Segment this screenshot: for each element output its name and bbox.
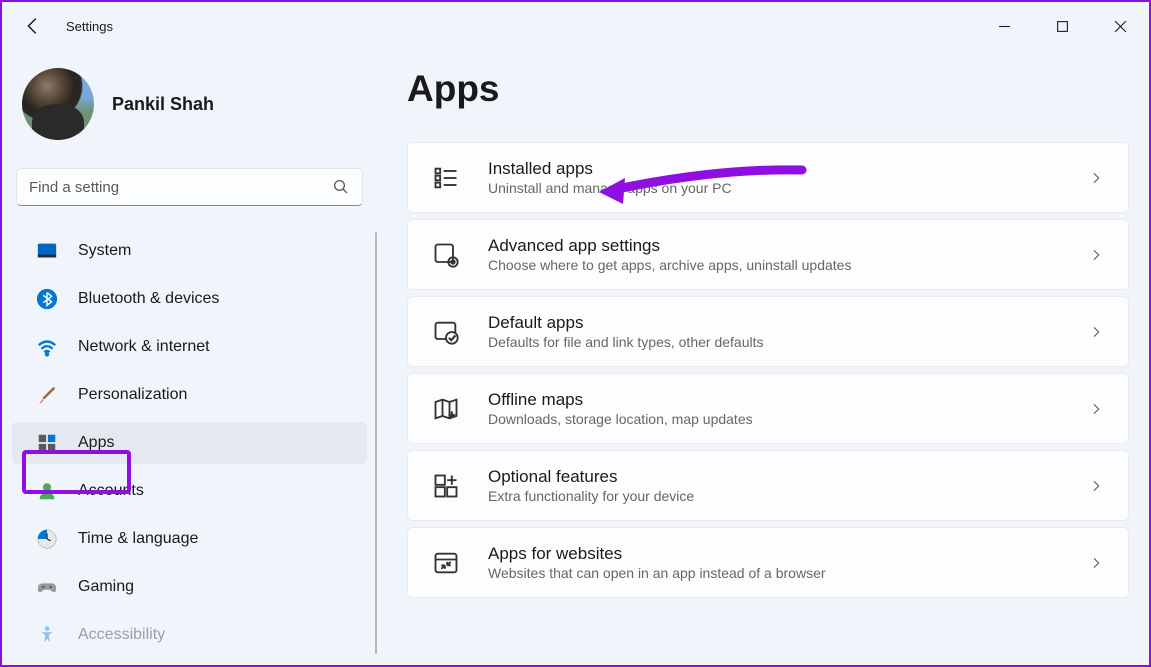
card-title: Offline maps <box>488 390 1060 410</box>
sidebar: Pankil Shah System Bluetooth & devices <box>2 50 377 665</box>
search-box[interactable] <box>16 168 363 206</box>
sidebar-item-label: Personalization <box>78 386 187 404</box>
card-title: Installed apps <box>488 159 1060 179</box>
profile-name: Pankil Shah <box>112 94 214 115</box>
sidebar-item-label: Accessibility <box>78 626 165 644</box>
nav-list: System Bluetooth & devices Network & int… <box>2 224 377 662</box>
window-controls <box>975 2 1149 50</box>
main-content: Apps Installed apps Uninstall and manage… <box>377 50 1149 665</box>
plus-grid-icon <box>432 472 460 500</box>
card-desc: Choose where to get apps, archive apps, … <box>488 257 1060 273</box>
system-icon <box>36 240 58 262</box>
card-advanced-app-settings[interactable]: Advanced app settings Choose where to ge… <box>407 219 1129 290</box>
card-desc: Extra functionality for your device <box>488 488 1060 504</box>
sidebar-item-label: Network & internet <box>78 338 210 356</box>
minimize-button[interactable] <box>975 2 1033 50</box>
gamepad-icon <box>36 576 58 598</box>
close-button[interactable] <box>1091 2 1149 50</box>
apps-icon <box>36 432 58 454</box>
sidebar-item-label: Gaming <box>78 578 134 596</box>
chevron-right-icon <box>1088 478 1104 494</box>
card-title: Default apps <box>488 313 1060 333</box>
card-title: Optional features <box>488 467 1060 487</box>
chevron-right-icon <box>1088 247 1104 263</box>
chevron-right-icon <box>1088 555 1104 571</box>
sidebar-item-accounts[interactable]: Accounts <box>12 470 367 512</box>
list-icon <box>432 164 460 192</box>
page-title: Apps <box>407 68 1129 110</box>
card-installed-apps[interactable]: Installed apps Uninstall and manage apps… <box>407 142 1129 213</box>
sidebar-item-apps[interactable]: Apps <box>12 422 367 464</box>
bluetooth-icon <box>36 288 58 310</box>
sidebar-item-label: Apps <box>78 434 114 452</box>
profile-section[interactable]: Pankil Shah <box>2 68 377 168</box>
card-desc: Defaults for file and link types, other … <box>488 334 1060 350</box>
chevron-right-icon <box>1088 170 1104 186</box>
card-desc: Uninstall and manage apps on your PC <box>488 180 1060 196</box>
card-desc: Downloads, storage location, map updates <box>488 411 1060 427</box>
card-default-apps[interactable]: Default apps Defaults for file and link … <box>407 296 1129 367</box>
website-icon <box>432 549 460 577</box>
sidebar-item-label: Accounts <box>78 482 144 500</box>
sidebar-item-personalization[interactable]: Personalization <box>12 374 367 416</box>
card-offline-maps[interactable]: Offline maps Downloads, storage location… <box>407 373 1129 444</box>
sidebar-item-accessibility[interactable]: Accessibility <box>12 614 367 656</box>
chevron-right-icon <box>1088 401 1104 417</box>
sidebar-item-system[interactable]: System <box>12 230 367 272</box>
sidebar-item-time[interactable]: Time & language <box>12 518 367 560</box>
nav-scrollbar[interactable] <box>375 232 377 654</box>
search-icon <box>332 178 350 196</box>
wifi-icon <box>36 336 58 358</box>
back-button[interactable] <box>22 15 44 37</box>
sidebar-item-label: Time & language <box>78 530 198 548</box>
clock-icon <box>36 528 58 550</box>
sidebar-item-bluetooth[interactable]: Bluetooth & devices <box>12 278 367 320</box>
card-title: Apps for websites <box>488 544 1060 564</box>
search-input[interactable] <box>29 179 332 196</box>
map-icon <box>432 395 460 423</box>
chevron-right-icon <box>1088 324 1104 340</box>
window-title: Settings <box>66 19 113 34</box>
sidebar-item-network[interactable]: Network & internet <box>12 326 367 368</box>
accessibility-icon <box>36 624 58 646</box>
avatar <box>22 68 94 140</box>
brush-icon <box>36 384 58 406</box>
sidebar-item-label: System <box>78 242 131 260</box>
card-optional-features[interactable]: Optional features Extra functionality fo… <box>407 450 1129 521</box>
settings-app-icon <box>432 241 460 269</box>
person-icon <box>36 480 58 502</box>
default-app-icon <box>432 318 460 346</box>
card-desc: Websites that can open in an app instead… <box>488 565 1060 581</box>
maximize-button[interactable] <box>1033 2 1091 50</box>
sidebar-item-label: Bluetooth & devices <box>78 290 219 308</box>
card-apps-for-websites[interactable]: Apps for websites Websites that can open… <box>407 527 1129 598</box>
sidebar-item-gaming[interactable]: Gaming <box>12 566 367 608</box>
titlebar: Settings <box>2 2 1149 50</box>
card-title: Advanced app settings <box>488 236 1060 256</box>
